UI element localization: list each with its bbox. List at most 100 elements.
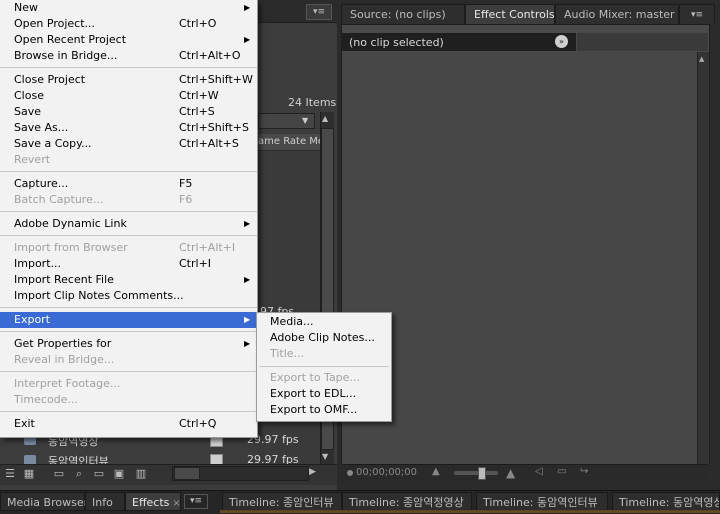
- zoom-in-icon[interactable]: ▲: [506, 466, 515, 480]
- zoom-slider[interactable]: [454, 471, 498, 475]
- menu-item-open-recent-project[interactable]: Open Recent Project ▶: [0, 32, 257, 48]
- tab-source[interactable]: Source: (no clips): [341, 4, 465, 24]
- menu-item-shortcut: Ctrl+I: [179, 257, 212, 270]
- menu-item-label: Import from Browser: [14, 241, 128, 254]
- menu-item-label: Export to EDL...: [270, 387, 357, 400]
- menu-item-label: Export to OMF...: [270, 403, 358, 416]
- menu-item-shortcut: Ctrl+Alt+S: [179, 137, 239, 150]
- zoom-slider-handle[interactable]: [478, 467, 486, 480]
- automate-icon[interactable]: ▭: [52, 467, 66, 481]
- scroll-up-icon[interactable]: ▲: [699, 55, 704, 63]
- menu-item-interpret-footage: Interpret Footage...: [0, 376, 257, 392]
- tab-timeline-1[interactable]: Timeline: 종암인터뷰: [222, 492, 342, 511]
- submenu-arrow-icon: ▶: [244, 219, 251, 228]
- menu-item-close[interactable]: Close Ctrl+W: [0, 88, 257, 104]
- menu-item-label: Adobe Clip Notes...: [270, 331, 375, 344]
- menu-separator: [0, 235, 257, 236]
- tab-timeline-3[interactable]: Timeline: 동암역인터뷰: [476, 492, 608, 511]
- menu-item-save-a-copy[interactable]: Save a Copy... Ctrl+Alt+S: [0, 136, 257, 152]
- menu-item-get-properties-for[interactable]: Get Properties for ▶: [0, 336, 257, 352]
- show-timeline-icon[interactable]: »: [555, 35, 568, 48]
- menu-item-exit[interactable]: Exit Ctrl+Q: [0, 416, 257, 432]
- export-submenu: Media... Adobe Clip Notes... Title... Ex…: [256, 312, 392, 422]
- scroll-thumb[interactable]: [174, 467, 200, 480]
- tab-effects[interactable]: Effects ×: [125, 492, 181, 511]
- loop-icon[interactable]: ▭: [557, 466, 566, 477]
- menu-item-label: Batch Capture...: [14, 193, 104, 206]
- search-icon[interactable]: ⌕: [72, 467, 86, 481]
- timecode-indicator-icon: [347, 470, 353, 476]
- new-item-icon[interactable]: ▣: [112, 467, 126, 481]
- menu-separator: [0, 331, 257, 332]
- file-menu: New ▶ Open Project... Ctrl+O Open Recent…: [0, 0, 258, 438]
- tab-effect-controls[interactable]: Effect Controls×: [465, 4, 566, 24]
- effect-controls-area: [342, 52, 697, 464]
- menu-separator: [0, 171, 257, 172]
- timecode-display[interactable]: 00;00;00;00: [356, 467, 417, 478]
- submenu-arrow-icon: ▶: [244, 339, 251, 348]
- tab-info[interactable]: Info: [85, 492, 125, 511]
- scroll-right-icon[interactable]: ▶: [309, 467, 316, 477]
- menu-item-export-to-edl[interactable]: Export to EDL...: [257, 386, 391, 402]
- effect-controls-scrollbar[interactable]: [697, 52, 709, 464]
- menu-item-close-project[interactable]: Close Project Ctrl+Shift+W: [0, 72, 257, 88]
- panel-menu-icon[interactable]: ▾≡: [184, 494, 208, 509]
- tab-media-browser[interactable]: Media Browser: [0, 492, 89, 511]
- menu-item-import[interactable]: Import... Ctrl+I: [0, 256, 257, 272]
- menu-item-capture[interactable]: Capture... F5: [0, 176, 257, 192]
- timeline-header: [577, 33, 708, 51]
- list-view-icon[interactable]: ☰: [3, 467, 17, 481]
- menu-item-export[interactable]: Export ▶: [0, 312, 257, 328]
- menu-item-label: Close: [14, 89, 44, 102]
- menu-item-shortcut: Ctrl+W: [179, 89, 219, 102]
- tab-label: Effect Controls: [474, 8, 555, 21]
- menu-item-export-media[interactable]: Media...: [257, 314, 391, 330]
- menu-item-label: Save: [14, 105, 42, 118]
- icon-view-icon[interactable]: ▦: [22, 467, 36, 481]
- menu-item-save[interactable]: Save Ctrl+S: [0, 104, 257, 120]
- menu-separator: [0, 67, 257, 68]
- menu-item-import-recent-file[interactable]: Import Recent File ▶: [0, 272, 257, 288]
- tab-timeline-4[interactable]: Timeline: 동암역영상: [612, 492, 720, 511]
- menu-item-label: Import...: [14, 257, 61, 270]
- trash-icon[interactable]: ▥: [134, 467, 148, 481]
- panel-menu-icon[interactable]: ▾≡: [679, 4, 715, 24]
- tab-timeline-2[interactable]: Timeline: 종암역정영상: [342, 492, 472, 511]
- items-count: 24 Items: [288, 96, 337, 109]
- panel-menu-icon[interactable]: ▾≡: [306, 4, 332, 20]
- menu-item-export-to-omf[interactable]: Export to OMF...: [257, 402, 391, 418]
- tab-label: Media Browser: [7, 496, 89, 509]
- column-header[interactable]: ame Rate Med: [258, 134, 320, 151]
- menu-item-label: Adobe Dynamic Link: [14, 217, 127, 230]
- tab-label: Timeline: 동암역인터뷰: [483, 496, 598, 509]
- menu-item-timecode: Timecode...: [0, 392, 257, 408]
- menu-item-import-clip-notes[interactable]: Import Clip Notes Comments...: [0, 288, 257, 304]
- zoom-out-icon[interactable]: ▲: [432, 466, 440, 477]
- export-frame-icon[interactable]: ↪: [580, 466, 588, 477]
- chevron-down-icon: ▼: [302, 116, 309, 125]
- menu-item-label: Open Project...: [14, 17, 96, 30]
- menu-item-label: Title...: [270, 347, 305, 360]
- scroll-up-icon[interactable]: ▲: [322, 114, 328, 123]
- menu-item-browse-in-bridge[interactable]: Browse in Bridge... Ctrl+Alt+O: [0, 48, 257, 64]
- menu-item-adobe-clip-notes[interactable]: Adobe Clip Notes...: [257, 330, 391, 346]
- menu-item-shortcut: Ctrl+Q: [179, 417, 217, 430]
- menu-item-label: Exit: [14, 417, 35, 430]
- menu-separator: [0, 371, 257, 372]
- folder-icon[interactable]: ▭: [92, 467, 106, 481]
- play-audio-icon[interactable]: ◁: [535, 466, 543, 477]
- close-icon[interactable]: ×: [172, 498, 180, 509]
- menu-item-import-from-browser: Import from Browser Ctrl+Alt+I: [0, 240, 257, 256]
- menu-item-shortcut: Ctrl+Shift+W: [179, 73, 253, 86]
- menu-item-shortcut: F5: [179, 177, 193, 190]
- submenu-arrow-icon: ▶: [244, 315, 251, 324]
- menu-item-shortcut: Ctrl+O: [179, 17, 217, 30]
- no-clip-label: (no clip selected): [349, 36, 444, 49]
- menu-item-save-as[interactable]: Save As... Ctrl+Shift+S: [0, 120, 257, 136]
- menu-item-open-project[interactable]: Open Project... Ctrl+O: [0, 16, 257, 32]
- menu-item-new[interactable]: New ▶: [0, 0, 257, 16]
- menu-separator: [0, 411, 257, 412]
- menu-item-adobe-dynamic-link[interactable]: Adobe Dynamic Link ▶: [0, 216, 257, 232]
- submenu-arrow-icon: ▶: [244, 3, 251, 12]
- tab-audio-mixer[interactable]: Audio Mixer: master: [555, 4, 679, 24]
